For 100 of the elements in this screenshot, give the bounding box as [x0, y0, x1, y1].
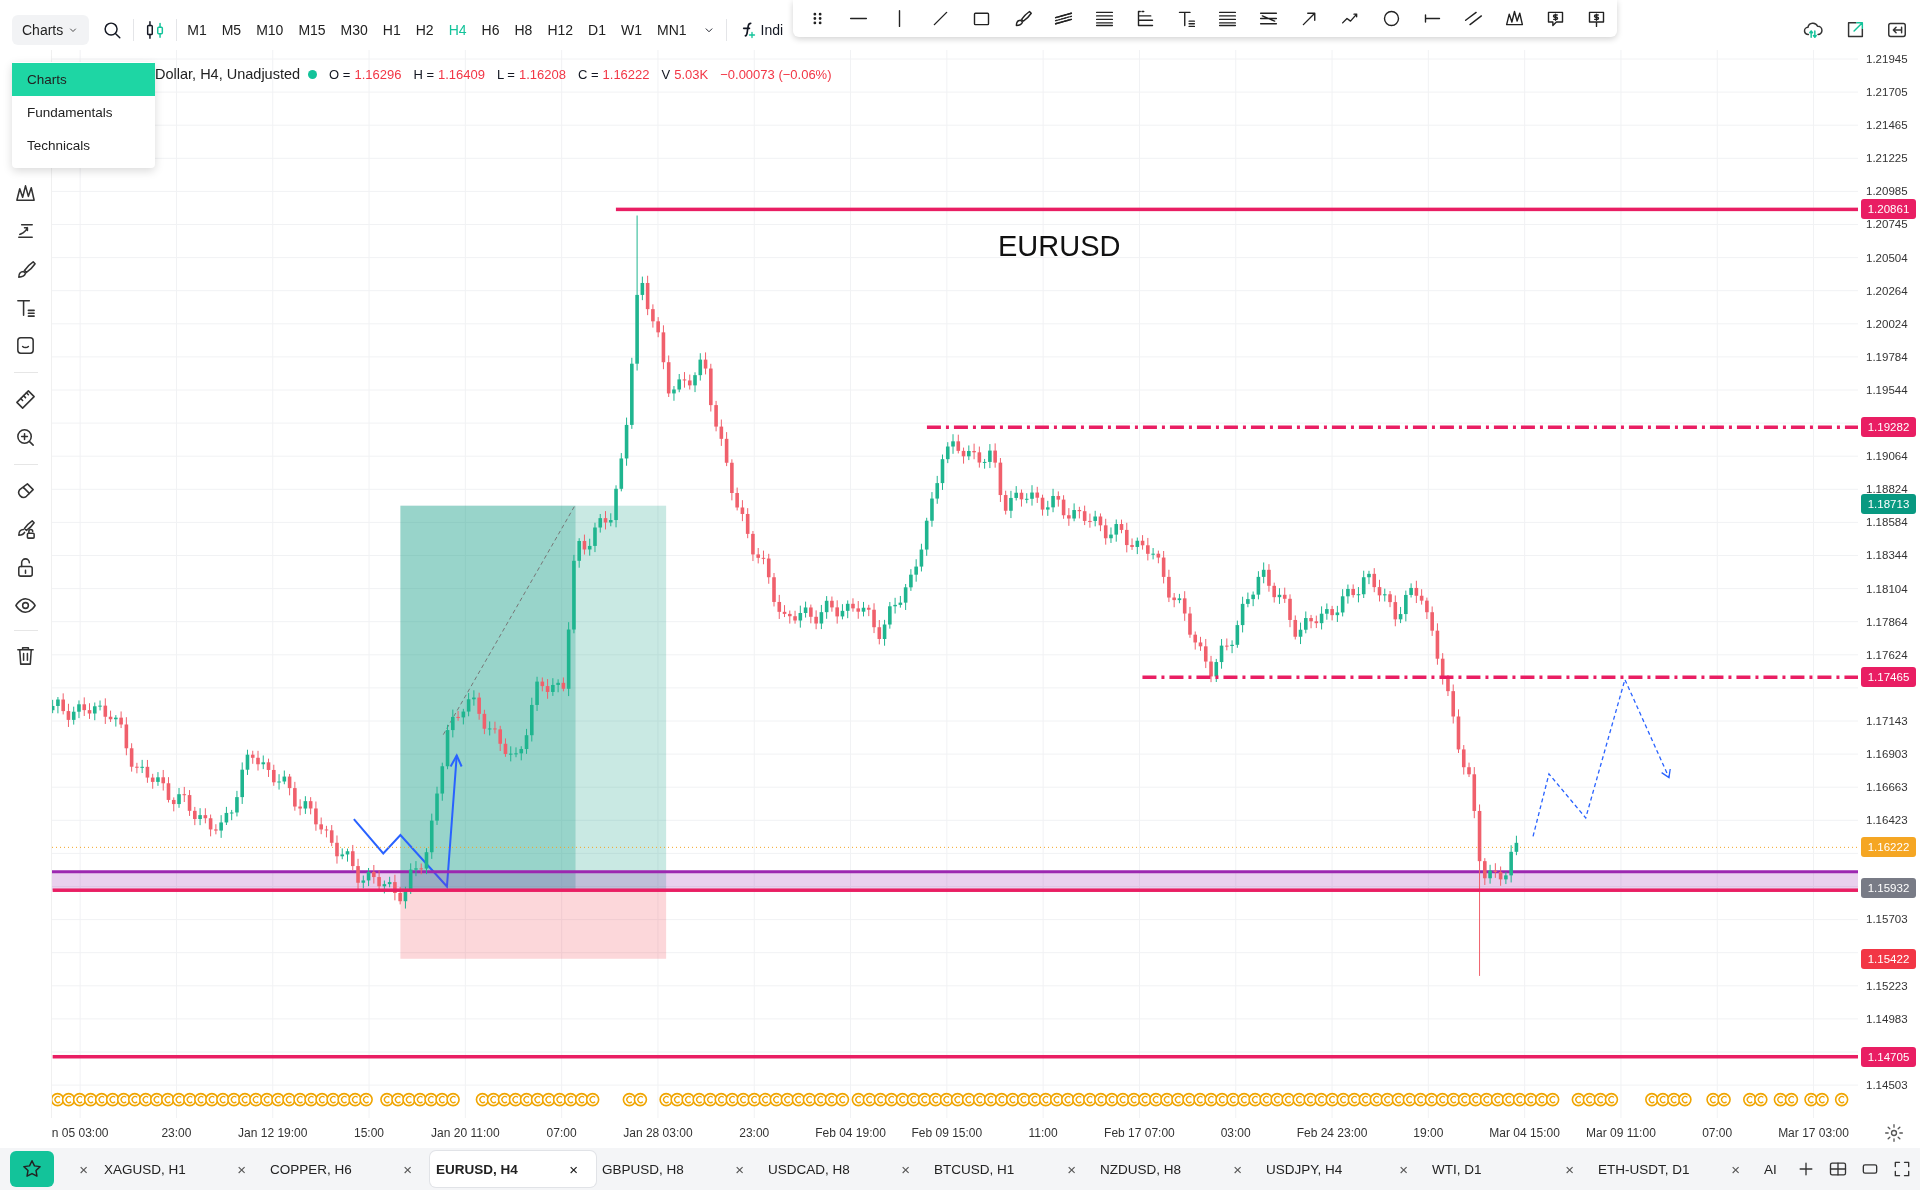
ohlc-label: C = — [577, 66, 599, 82]
ohlc-label: H = — [413, 66, 434, 82]
circle-icon[interactable] — [1381, 8, 1402, 29]
tab-label[interactable]: XAGUSD, H1 — [104, 1161, 186, 1177]
tab-label[interactable]: GBPUSD, H8 — [602, 1161, 684, 1177]
settings-icon[interactable] — [1884, 1123, 1904, 1143]
ohlc-value: 1.16222 — [602, 66, 650, 82]
time-label: Feb 04 19:00 — [815, 1126, 886, 1140]
tab-label[interactable]: AI — [1764, 1161, 1777, 1177]
timeframe-tab[interactable]: M5 — [221, 22, 242, 38]
tab-close-button[interactable]: × — [79, 1160, 88, 1178]
price-tag: 1.18713 — [1861, 494, 1916, 514]
tab-close-button[interactable]: × — [1565, 1160, 1574, 1178]
price-tick: 1.19784 — [1866, 349, 1908, 364]
chart-tab[interactable]: USDJPY, H4 × — [1260, 1151, 1426, 1187]
symbol-title: Dollar, H4, Unadjusted — [155, 66, 301, 82]
time-label: Mar 09 11:00 — [1586, 1126, 1656, 1140]
tab-close-button[interactable]: × — [1399, 1160, 1408, 1178]
charts-dropdown[interactable]: Charts — [12, 15, 90, 45]
price-tick: 1.17624 — [1866, 647, 1908, 662]
time-label: Feb 24 23:00 — [1296, 1126, 1368, 1140]
timeframe-tab[interactable]: M10 — [256, 22, 284, 38]
star-icon — [21, 1158, 43, 1180]
fib-levels-icon[interactable] — [1135, 8, 1156, 29]
ohlc-value: 5.03K — [674, 66, 709, 82]
timeframe-tab[interactable]: M15 — [298, 22, 326, 38]
tab-close-button[interactable]: × — [569, 1160, 578, 1178]
tab-close-button[interactable]: × — [237, 1160, 246, 1178]
tab-label[interactable]: COPPER, H6 — [270, 1161, 352, 1177]
tab-label[interactable]: BTCUSD, H1 — [934, 1161, 1015, 1177]
price-tick: 1.15223 — [1866, 978, 1908, 993]
time-label: Jan 28 03:00 — [623, 1126, 693, 1140]
chart-tab[interactable]: COPPER, H6 × — [264, 1151, 430, 1187]
time-label: 23:00 — [161, 1126, 192, 1140]
menu-item[interactable]: Charts — [12, 63, 155, 96]
tab-close-button[interactable]: × — [735, 1160, 744, 1178]
chart-tab[interactable]: XAGUSD, H1 × — [98, 1151, 264, 1187]
timeframe-tab[interactable]: H2 — [415, 22, 434, 38]
favorites-button[interactable] — [10, 1151, 54, 1187]
chart-tab[interactable]: × — [60, 1151, 98, 1187]
tab-label[interactable]: USDJPY, H4 — [1266, 1161, 1343, 1177]
time-label: Jan 20 11:00 — [431, 1126, 500, 1140]
tab-close-button[interactable]: × — [403, 1160, 412, 1178]
timeframe-tab[interactable]: M30 — [340, 22, 368, 38]
cloud-icon[interactable] — [1802, 19, 1824, 41]
chart-tab[interactable]: USDCAD, H8 × — [762, 1151, 928, 1187]
ohlc-value: 1.16296 — [354, 66, 402, 82]
chart-tab[interactable]: WTI, D1 × — [1426, 1151, 1592, 1187]
time-label: Mar 04 15:00 — [1489, 1126, 1560, 1140]
price-tick: 1.17143 — [1866, 713, 1908, 728]
time-label: n 05 03:00 — [51, 1126, 109, 1140]
indicators-button[interactable]: Indi — [760, 22, 784, 38]
price-tick: 1.18584 — [1866, 515, 1908, 530]
menu-item[interactable]: Fundamentals — [12, 96, 155, 129]
chart-tab[interactable]: ETH-USDT, D1 × — [1592, 1151, 1758, 1187]
fullscreen-icon[interactable] — [1892, 1159, 1912, 1179]
chart-tab[interactable]: GBPUSD, H8 × — [596, 1151, 762, 1187]
price-tick: 1.16423 — [1866, 813, 1908, 828]
price-tick: 1.21705 — [1866, 85, 1908, 100]
tab-label[interactable]: ETH-USDT, D1 — [1598, 1161, 1690, 1177]
timeframe-tab[interactable]: D1 — [588, 22, 606, 38]
price-tag: 1.17465 — [1861, 667, 1916, 687]
timeframe-tab[interactable]: W1 — [620, 22, 642, 38]
timeframe-tab[interactable]: H6 — [481, 22, 500, 38]
timeframe-tab[interactable]: H8 — [514, 22, 533, 38]
timeframe-tab[interactable]: M1 — [187, 22, 207, 38]
tab-close-button[interactable]: × — [901, 1160, 910, 1178]
tab-close-button[interactable]: × — [1233, 1160, 1242, 1178]
menu-item[interactable]: Technicals — [12, 129, 155, 162]
tab-close-button[interactable]: × — [1731, 1160, 1740, 1178]
time-label: 15:00 — [354, 1126, 385, 1140]
tab-label[interactable]: EURUSD, H4 — [436, 1161, 518, 1177]
tab-label[interactable]: NZDUSD, H8 — [1100, 1161, 1181, 1177]
tab-label[interactable]: USDCAD, H8 — [768, 1161, 850, 1177]
chart-tab[interactable]: AI — [1758, 1151, 1790, 1187]
timeframe-tab[interactable]: H1 — [382, 22, 401, 38]
time-label: Feb 09 15:00 — [911, 1126, 983, 1140]
time-label: 07:00 — [1702, 1126, 1733, 1140]
chart-annotation: EURUSD — [998, 230, 1121, 263]
price-tick: 1.15703 — [1866, 912, 1908, 927]
time-label: 07:00 — [546, 1126, 577, 1140]
price-tag: 1.20861 — [1861, 199, 1916, 219]
tab-label[interactable]: WTI, D1 — [1432, 1161, 1482, 1177]
ohlc-label: L = — [497, 66, 515, 82]
chart-tab[interactable]: BTCUSD, H1 × — [928, 1151, 1094, 1187]
chart-tab[interactable]: NZDUSD, H8 × — [1094, 1151, 1260, 1187]
time-label: Jan 12 19:00 — [238, 1126, 308, 1140]
price-tick: 1.14983 — [1866, 1011, 1908, 1026]
price-tick: 1.16663 — [1866, 780, 1908, 795]
price-tag: 1.15422 — [1861, 949, 1916, 969]
chart-tab[interactable]: EURUSD, H4 × — [430, 1151, 596, 1187]
price-tick: 1.20264 — [1866, 283, 1908, 298]
price-tick: 1.20985 — [1866, 184, 1908, 199]
tab-close-button[interactable]: × — [1067, 1160, 1076, 1178]
ruler-icon[interactable] — [14, 387, 37, 411]
timeframe-tab[interactable]: MN1 — [656, 22, 687, 38]
price-tick: 1.20024 — [1866, 316, 1908, 331]
price-tick: 1.19064 — [1866, 449, 1908, 464]
price-tick: 1.21225 — [1866, 151, 1908, 166]
timeframe-tab[interactable]: H12 — [547, 22, 574, 38]
